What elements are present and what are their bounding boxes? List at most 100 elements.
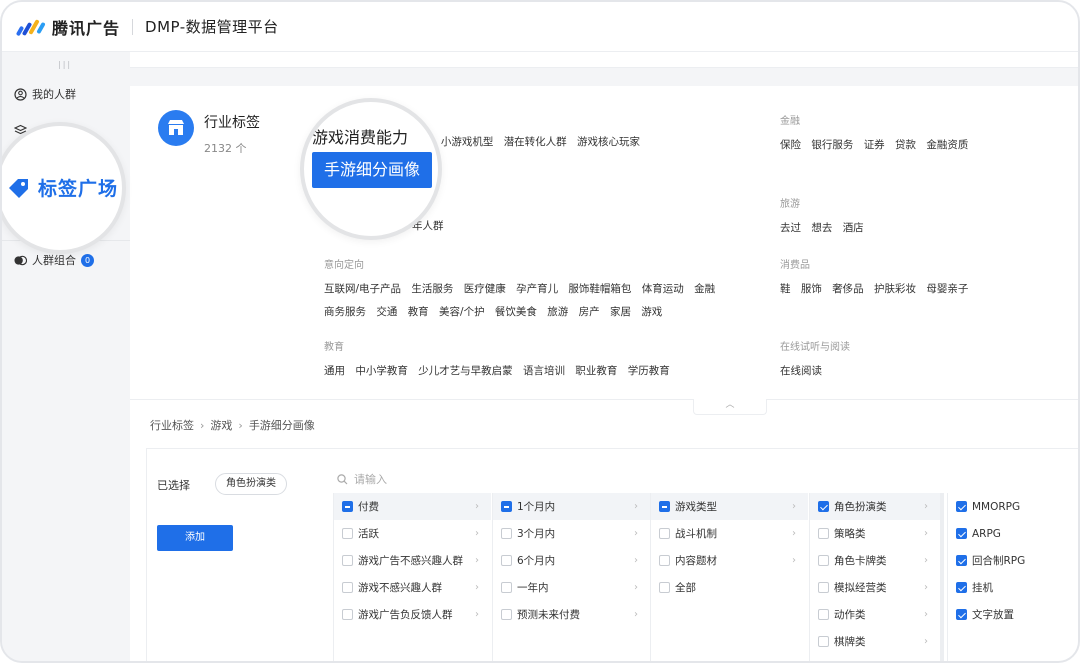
tag-link[interactable]: 语言培训 <box>523 365 565 377</box>
tag-link[interactable]: 旅游 <box>547 306 568 318</box>
industry-tag-card[interactable]: 行业标签 2132 个 <box>158 110 260 156</box>
checkbox[interactable] <box>956 501 967 512</box>
tag-link[interactable]: 保险 <box>780 139 801 151</box>
list-item[interactable]: 3个月内 › <box>493 520 650 547</box>
list-item[interactable]: 挂机 <box>948 574 1078 601</box>
checkbox[interactable] <box>342 582 353 593</box>
tag-link[interactable]: 金融 <box>694 283 715 295</box>
tag-link[interactable]: 商务服务 <box>324 306 366 318</box>
checkbox[interactable] <box>501 582 512 593</box>
list-item[interactable]: 文字放置 <box>948 601 1078 628</box>
tag-link[interactable]: 家居 <box>610 306 631 318</box>
tag-link[interactable]: 体育运动 <box>642 283 684 295</box>
checkbox[interactable] <box>818 528 829 539</box>
breadcrumb-item[interactable]: 行业标签 <box>150 419 194 432</box>
checkbox[interactable] <box>818 555 829 566</box>
tag-link[interactable]: 游戏 <box>641 306 662 318</box>
checkbox[interactable] <box>501 555 512 566</box>
list-item[interactable]: 模拟经营类 › <box>810 574 940 601</box>
tag-link[interactable]: 学历教育 <box>628 365 670 377</box>
list-item[interactable]: ARPG <box>948 520 1078 547</box>
tag-link[interactable]: 潜在转化人群 <box>504 136 567 148</box>
sidebar-collapse-handle[interactable]: ||| <box>58 60 72 69</box>
list-item[interactable]: 付费 › <box>334 493 491 520</box>
tag-link[interactable]: 小游戏机型 <box>441 136 494 148</box>
tag-link[interactable]: 游戏核心玩家 <box>577 136 640 148</box>
checkbox[interactable] <box>659 555 670 566</box>
checkbox[interactable] <box>956 582 967 593</box>
checkbox[interactable] <box>818 636 829 647</box>
checkbox[interactable] <box>659 582 670 593</box>
checkbox[interactable] <box>659 501 670 512</box>
tag-link[interactable]: 生活服务 <box>411 283 453 295</box>
sidebar-item-tag-square[interactable]: 标签广场 <box>7 174 118 201</box>
tag-link[interactable]: 孕产育儿 <box>516 283 558 295</box>
list-item[interactable]: 棋牌类 › <box>810 628 940 655</box>
tag-link[interactable]: 服饰 <box>801 283 822 295</box>
list-item[interactable]: 角色卡牌类 › <box>810 547 940 574</box>
tag-link[interactable]: 房产 <box>579 306 600 318</box>
tag-link[interactable]: 美容/个护 <box>439 306 485 318</box>
tag-link[interactable]: 奢侈品 <box>832 283 864 295</box>
list-item[interactable]: 全部 <box>651 574 808 601</box>
list-item[interactable]: 游戏广告不感兴趣人群 › <box>334 547 491 574</box>
tag-link[interactable]: 医疗健康 <box>464 283 506 295</box>
tag-link[interactable]: 护肤彩妆 <box>874 283 916 295</box>
tag-link[interactable]: 互联网/电子产品 <box>324 283 401 295</box>
checkbox[interactable] <box>501 501 512 512</box>
list-item[interactable]: 1个月内 › <box>493 493 650 520</box>
sidebar-item-my-audience[interactable]: 我的人群 <box>14 86 76 102</box>
tag-link[interactable]: 证券 <box>864 139 885 151</box>
list-item[interactable]: 回合制RPG <box>948 547 1078 574</box>
checkbox[interactable] <box>818 582 829 593</box>
add-button[interactable]: 添加 <box>157 525 233 551</box>
tag-link[interactable]: 在线阅读 <box>780 365 822 377</box>
checkbox[interactable] <box>342 609 353 620</box>
tag-link[interactable]: 交通 <box>376 306 397 318</box>
list-item[interactable]: 预测未来付费 › <box>493 601 650 628</box>
tag-link[interactable]: 服饰鞋帽箱包 <box>568 283 631 295</box>
brand-logo[interactable]: 腾讯广告 <box>16 15 120 39</box>
checkbox[interactable] <box>659 528 670 539</box>
tag-link[interactable]: 贷款 <box>895 139 916 151</box>
checkbox[interactable] <box>342 528 353 539</box>
tag-link[interactable]: 酒店 <box>843 222 864 234</box>
list-item[interactable]: 活跃 › <box>334 520 491 547</box>
tag-link[interactable]: 餐饮美食 <box>495 306 537 318</box>
checkbox[interactable] <box>956 609 967 620</box>
breadcrumb-item[interactable]: 游戏 <box>210 419 232 432</box>
checkbox[interactable] <box>501 609 512 620</box>
tag-link[interactable]: 金融资质 <box>926 139 968 151</box>
sidebar-item-audience-combo[interactable]: 人群组合 0 <box>14 252 94 268</box>
tag-link[interactable]: 银行服务 <box>811 139 853 151</box>
list-item[interactable]: 游戏不感兴趣人群 › <box>334 574 491 601</box>
checkbox[interactable] <box>818 609 829 620</box>
checkbox[interactable] <box>956 528 967 539</box>
mobile-game-profile-button[interactable]: 手游细分画像 <box>312 152 432 188</box>
checkbox[interactable] <box>956 555 967 566</box>
tag-link[interactable]: 少儿才艺与早教启蒙 <box>418 365 513 377</box>
list-item[interactable]: 动作类 › <box>810 601 940 628</box>
list-item[interactable]: 6个月内 › <box>493 547 650 574</box>
tag-link[interactable]: 鞋 <box>780 283 791 295</box>
tag-link[interactable]: 教育 <box>408 306 429 318</box>
list-item[interactable]: 策略类 › <box>810 520 940 547</box>
list-item[interactable]: 一年内 › <box>493 574 650 601</box>
collapse-toggle[interactable]: ︿ <box>693 399 767 415</box>
list-item[interactable]: 游戏广告负反馈人群 › <box>334 601 491 628</box>
checkbox[interactable] <box>342 501 353 512</box>
checkbox[interactable] <box>818 501 829 512</box>
checkbox[interactable] <box>342 555 353 566</box>
tag-link[interactable]: 职业教育 <box>575 365 617 377</box>
checkbox[interactable] <box>501 528 512 539</box>
list-item[interactable]: 游戏类型 › <box>651 493 808 520</box>
list-item[interactable]: 内容题材 › <box>651 547 808 574</box>
tag-link[interactable]: 通用 <box>324 365 345 377</box>
tag-link[interactable]: 想去 <box>811 222 832 234</box>
search-input[interactable]: 请输入 <box>337 471 387 487</box>
tag-link[interactable]: 去过 <box>780 222 801 234</box>
column-scrollbar[interactable] <box>940 493 944 661</box>
list-item[interactable]: MMORPG <box>948 493 1078 520</box>
list-item[interactable]: 角色扮演类 › <box>810 493 940 520</box>
list-item[interactable]: 战斗机制 › <box>651 520 808 547</box>
